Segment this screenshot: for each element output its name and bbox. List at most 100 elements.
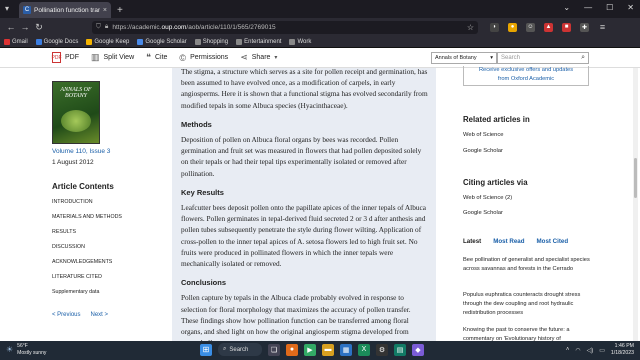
citing-web-of-science-link[interactable]: Web of Science (2) xyxy=(463,195,512,201)
left-sidebar: ANNALS OF BOTANY Volume 110, Issue 3 1 A… xyxy=(0,68,172,341)
account-icon[interactable]: ☺ xyxy=(526,22,535,32)
tab-most-cited[interactable]: Most Cited xyxy=(537,238,569,245)
split-view-icon: ▥ xyxy=(91,52,100,62)
abstract-intro: The stigma, a structure which serves as … xyxy=(181,68,428,110)
page-scrollbar[interactable] xyxy=(633,68,638,341)
article-contents-list: Introduction Materials and Methods Resul… xyxy=(52,198,122,303)
start-icon[interactable]: ⊞ xyxy=(200,343,212,356)
minimize-icon[interactable]: — xyxy=(584,3,592,12)
lock-icon[interactable]: 🔒︎ xyxy=(105,23,108,31)
settings-icon[interactable]: ⚙ xyxy=(376,343,388,356)
cite-button[interactable]: ❝ Cite xyxy=(146,52,167,63)
toc-item-literature-cited[interactable]: Literature Cited xyxy=(52,273,122,288)
toc-item-materials-methods[interactable]: Materials and Methods xyxy=(52,213,122,228)
bookmark-google-keep[interactable]: Google Keep xyxy=(86,38,129,45)
close-window-icon[interactable]: ✕ xyxy=(627,3,634,12)
weather-widget[interactable]: ☀ 56°F Mostly sunny xyxy=(6,343,46,356)
methods-text: Deposition of pollen on Albuca floral or… xyxy=(181,135,422,178)
keep-icon xyxy=(86,38,93,45)
media-icon[interactable]: ▶ xyxy=(304,343,316,356)
tab-list-icon[interactable]: ▾ xyxy=(5,4,9,13)
toc-item-acknowledgements[interactable]: Acknowledgements xyxy=(52,258,122,273)
issue-link[interactable]: Volume 110, Issue 3 xyxy=(52,148,110,155)
tab-title: Pollination function transfer... xyxy=(34,6,100,14)
split-view-button[interactable]: ▥ Split View xyxy=(91,52,134,63)
tab-close-icon[interactable]: × xyxy=(103,7,107,14)
battery-icon[interactable]: ▭ xyxy=(599,347,605,354)
forward-icon[interactable]: → xyxy=(18,22,32,32)
journal-select[interactable]: Annals of Botany ▾ xyxy=(431,52,497,64)
system-clock[interactable]: 1:46 PM 1/18/2023 xyxy=(611,343,634,357)
show-hidden-icons-icon[interactable]: ˄ xyxy=(566,347,570,353)
conclusions-text: Pollen capture by tepals in the Albuca c… xyxy=(181,293,411,341)
menu-icon[interactable]: ≡ xyxy=(598,22,607,32)
alert-line-1: Receive exclusive offers and updates xyxy=(478,67,574,73)
right-sidebar: Receive exclusive offers and updates fro… xyxy=(436,66,640,342)
results-heading: Key Results xyxy=(181,187,224,197)
latest-article-link[interactable]: Populus euphratica counteracts drought s… xyxy=(463,291,593,319)
alert-signup-box[interactable]: Receive exclusive offers and updates fro… xyxy=(463,66,589,86)
related-google-scholar-link[interactable]: Google Scholar xyxy=(463,148,503,154)
tab-most-read[interactable]: Most Read xyxy=(493,238,524,245)
clock-date: 1/18/2023 xyxy=(610,350,634,356)
bookmark-entertainment[interactable]: Entertainment xyxy=(236,38,281,45)
toc-item-discussion[interactable]: Discussion xyxy=(52,243,122,258)
bookmark-shopping[interactable]: Shopping xyxy=(194,38,228,45)
addon-icon[interactable]: ▲ xyxy=(544,22,553,32)
chevron-down-icon: ▾ xyxy=(274,55,278,61)
results-text: Leafcutter bees deposit pollen onto the … xyxy=(181,203,426,269)
xbox-icon[interactable]: X xyxy=(358,343,370,356)
clock-time: 1:46 PM xyxy=(614,343,634,349)
share-button[interactable]: ⋖ Share ▾ xyxy=(240,52,277,63)
shield-icon[interactable]: ⛉ xyxy=(96,23,101,31)
issue-date: 1 August 2012 xyxy=(52,159,94,166)
extension-icon[interactable]: ● xyxy=(508,22,517,32)
notification-icon[interactable]: ■ xyxy=(562,22,571,32)
next-link[interactable]: Next > xyxy=(91,312,109,318)
url-bar[interactable]: ⛉ 🔒︎ https://academic.oup.com/aob/articl… xyxy=(92,20,478,34)
permissions-button[interactable]: © Permissions xyxy=(179,53,228,63)
file-explorer-icon[interactable]: ▬ xyxy=(322,343,334,356)
bookmark-google-scholar[interactable]: Google Scholar xyxy=(137,38,187,45)
taskbar-search[interactable]: ⌕ Search xyxy=(218,343,262,356)
search-input[interactable]: Search ⌕ xyxy=(497,52,589,64)
citing-google-scholar-link[interactable]: Google Scholar xyxy=(463,210,503,216)
bookmark-google-docs[interactable]: Google Docs xyxy=(35,38,78,45)
puzzle-icon[interactable]: ✚ xyxy=(580,22,589,32)
pocket-icon[interactable]: ◗ xyxy=(490,22,499,32)
back-icon[interactable]: ← xyxy=(4,22,18,32)
journal-cover-image[interactable]: ANNALS OF BOTANY xyxy=(52,81,100,144)
bookmark-star-icon[interactable]: ☆ xyxy=(467,23,474,32)
share-icon: ⋖ xyxy=(240,52,248,62)
scrollbar-thumb[interactable] xyxy=(634,158,637,198)
search-icon[interactable]: ⌕ xyxy=(581,54,585,62)
chevron-down-icon: ▾ xyxy=(490,55,493,61)
system-tray: ˄ ◠ ◁) ▭ 1:46 PM 1/18/2023 xyxy=(566,343,634,357)
related-web-of-science-link[interactable]: Web of Science xyxy=(463,132,504,138)
previous-link[interactable]: < Previous xyxy=(52,312,81,318)
task-view-icon[interactable]: ❏ xyxy=(268,343,280,356)
wifi-icon[interactable]: ◠ xyxy=(575,347,580,354)
store-icon[interactable]: ▦ xyxy=(340,343,352,356)
firefox-icon[interactable]: ● xyxy=(286,343,298,356)
volume-icon[interactable]: ◁) xyxy=(587,347,594,354)
folder-icon xyxy=(289,38,296,45)
bookmark-gmail[interactable]: Gmail xyxy=(4,38,28,45)
new-tab-button[interactable]: + xyxy=(117,5,123,16)
maximize-icon[interactable]: ☐ xyxy=(606,3,613,12)
docs-icon xyxy=(35,38,42,45)
spreadsheet-icon[interactable]: ▤ xyxy=(394,343,406,356)
reload-icon[interactable]: ↻ xyxy=(32,22,46,33)
browser-tab[interactable]: C Pollination function transfer... × xyxy=(19,2,111,18)
chat-icon[interactable]: ◆ xyxy=(412,343,424,356)
list-all-tabs-icon[interactable]: ⌄ xyxy=(563,3,570,12)
bookmark-work[interactable]: Work xyxy=(289,38,311,45)
tab-latest[interactable]: Latest xyxy=(463,238,481,245)
toc-item-results[interactable]: Results xyxy=(52,228,122,243)
toc-item-supplementary-data[interactable]: Supplementary data xyxy=(52,288,122,303)
latest-article-link[interactable]: Bee pollination of generalist and specia… xyxy=(463,256,593,274)
window-controls: ⌄ — ☐ ✕ xyxy=(563,3,634,12)
toc-item-introduction[interactable]: Introduction xyxy=(52,198,122,213)
url-text: https://academic.oup.com/aob/article/110… xyxy=(112,23,276,31)
pdf-button[interactable]: PDF PDF xyxy=(52,52,79,63)
